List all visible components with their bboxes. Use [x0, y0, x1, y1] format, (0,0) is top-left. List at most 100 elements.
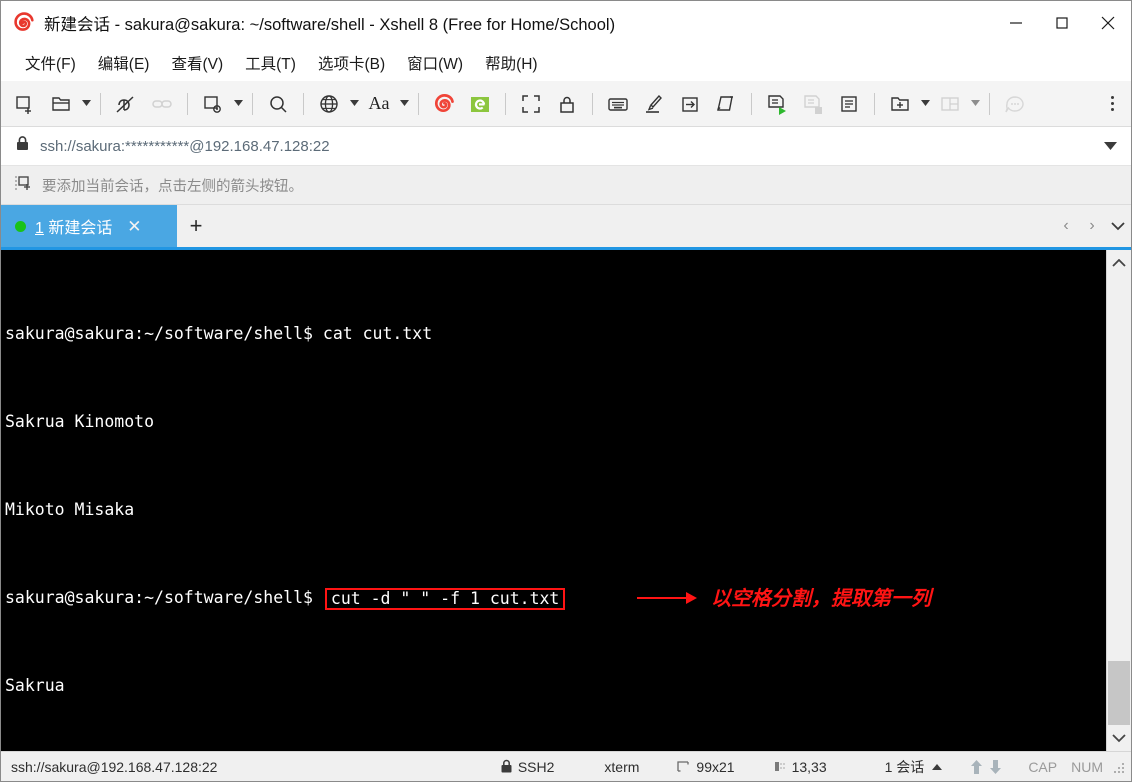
terminal-command: cat cut.txt	[322, 324, 433, 343]
minimize-button[interactable]	[993, 1, 1039, 45]
lock-icon[interactable]	[549, 87, 585, 121]
new-tab-button[interactable]: +	[177, 205, 215, 247]
chat-bubble-icon[interactable]	[997, 87, 1033, 121]
encoding-dropdown-caret-icon[interactable]	[347, 87, 361, 121]
log-stop-icon[interactable]	[795, 87, 831, 121]
log-view-icon[interactable]	[831, 87, 867, 121]
font-size-dropdown-caret-icon[interactable]	[397, 87, 411, 121]
terminal-prompt: sakura@sakura:~/software/shell$	[5, 324, 323, 343]
disconnect-icon[interactable]	[108, 87, 144, 121]
tab-label: 1 新建会话	[35, 214, 112, 238]
new-session-icon[interactable]	[7, 87, 43, 121]
tab-bar-spacer	[215, 205, 1053, 247]
open-session-folder-icon[interactable]	[43, 87, 79, 121]
terminal-line: Sakrua Kinomoto	[5, 411, 1106, 433]
scroll-down-button[interactable]	[1107, 725, 1131, 751]
menu-item-view[interactable]: 查看(V)	[161, 48, 233, 78]
toolbar-divider	[418, 92, 419, 115]
connected-dot-icon	[15, 220, 26, 232]
status-num-lock: NUM	[1071, 758, 1103, 775]
title-bar: 新建会话 - sakura@sakura: ~/software/shell -…	[1, 1, 1131, 45]
session-bar-hint: 要添加当前会话，点击左侧的箭头按钮。	[1, 166, 1131, 205]
menu-item-tools[interactable]: 工具(T)	[235, 48, 306, 78]
window-controls	[993, 1, 1131, 45]
reconnect-link-icon[interactable]	[144, 87, 180, 121]
fullscreen-icon[interactable]	[513, 87, 549, 121]
open-session-dropdown-caret-icon[interactable]	[79, 87, 93, 121]
tab-scroll-next-icon[interactable]: ›	[1079, 205, 1105, 247]
session-properties-icon[interactable]	[195, 87, 231, 121]
add-pane-icon[interactable]	[882, 87, 918, 121]
tab-list-dropdown-icon[interactable]	[1105, 205, 1131, 247]
toolbar-divider	[187, 92, 188, 115]
tab-scroll-prev-icon[interactable]: ‹	[1053, 205, 1079, 247]
screen-size-icon	[677, 760, 691, 774]
toolbar-overflow-icon[interactable]	[1099, 87, 1125, 121]
script-icon[interactable]	[708, 87, 744, 121]
menu-item-window[interactable]: 窗口(W)	[397, 48, 473, 78]
chevron-down-icon[interactable]	[1097, 133, 1123, 159]
terminal-screen[interactable]: sakura@sakura:~/software/shell$ cat cut.…	[1, 250, 1106, 751]
toolbar-divider	[303, 92, 304, 115]
xshell-window: 新建会话 - sakura@sakura: ~/software/shell -…	[0, 0, 1132, 782]
status-transfer	[952, 752, 1012, 781]
status-security: SSH2	[490, 752, 565, 781]
log-start-icon[interactable]	[759, 87, 795, 121]
address-bar[interactable]: ssh://sakura:***********@192.168.47.128:…	[1, 127, 1131, 166]
cursor-position-icon	[773, 760, 787, 774]
toolbar-divider	[751, 92, 752, 115]
terminal-line: sakura@sakura:~/software/shell$ cut -d "…	[5, 587, 1106, 610]
status-sessions-label: 1 会话	[884, 758, 925, 775]
encoding-globe-icon[interactable]	[311, 87, 347, 121]
scrollbar-thumb[interactable]	[1108, 661, 1130, 725]
terminal-scrollbar[interactable]	[1106, 250, 1131, 751]
font-size-label: Aa	[368, 93, 390, 113]
status-cursor-position: 13,33	[745, 752, 837, 781]
scrollbar-track[interactable]	[1107, 276, 1131, 725]
highlight-pen-icon[interactable]	[636, 87, 672, 121]
menu-item-tabs[interactable]: 选项卡(B)	[308, 48, 395, 78]
terminal-line: Sakrua	[5, 675, 1106, 697]
status-lock-icon	[500, 759, 513, 774]
tab-bar: 1 新建会话 ✕ + ‹ ›	[1, 205, 1131, 250]
toolbar-divider	[592, 92, 593, 115]
tab-number: 1	[35, 220, 44, 237]
xshell-logo-icon[interactable]	[426, 87, 462, 121]
arrange-layout-dropdown-caret-icon[interactable]	[968, 87, 982, 121]
arrange-layout-icon[interactable]	[932, 87, 968, 121]
annotation-arrow	[637, 587, 697, 609]
address-lock-icon	[15, 135, 30, 157]
menu-item-help[interactable]: 帮助(H)	[475, 48, 548, 78]
terminal-lines: sakura@sakura:~/software/shell$ cat cut.…	[5, 257, 1106, 751]
find-icon[interactable]	[260, 87, 296, 121]
send-key-icon[interactable]	[672, 87, 708, 121]
terminal-output: Sakrua Kinomoto	[5, 412, 155, 431]
terminal-line: Mikoto Misaka	[5, 499, 1106, 521]
scroll-up-button[interactable]	[1107, 250, 1131, 276]
status-cursor-label: 13,33	[791, 758, 827, 775]
status-sessions[interactable]: 1 会话	[837, 752, 953, 781]
menu-item-file[interactable]: 文件(F)	[15, 48, 86, 78]
xftp-icon[interactable]	[462, 87, 498, 121]
add-to-session-bar-icon[interactable]	[13, 173, 33, 198]
font-size-icon[interactable]: Aa	[361, 87, 397, 121]
status-security-label: SSH2	[517, 758, 555, 775]
menu-item-edit[interactable]: 编辑(E)	[88, 48, 160, 78]
toolbar-divider	[989, 92, 990, 115]
session-bar-hint-text: 要添加当前会话，点击左侧的箭头按钮。	[42, 178, 303, 195]
title-bar-left: 新建会话 - sakura@sakura: ~/software/shell -…	[1, 11, 993, 35]
toolbar: Aa	[1, 81, 1131, 127]
resize-grip[interactable]	[1111, 759, 1127, 775]
status-connection: ssh://sakura@192.168.47.128:22	[11, 758, 218, 775]
toolbar-divider	[505, 92, 506, 115]
add-pane-dropdown-caret-icon[interactable]	[918, 87, 932, 121]
session-properties-dropdown-caret-icon[interactable]	[231, 87, 245, 121]
tab-close-button[interactable]: ✕	[124, 216, 144, 236]
address-input[interactable]: ssh://sakura:***********@192.168.47.128:…	[40, 138, 1097, 155]
chevron-up-icon[interactable]	[932, 763, 943, 770]
keyboard-icon[interactable]	[600, 87, 636, 121]
maximize-button[interactable]	[1039, 1, 1085, 45]
upload-arrow-icon	[970, 759, 983, 775]
tab-new-session[interactable]: 1 新建会话 ✕	[1, 205, 177, 247]
close-button[interactable]	[1085, 1, 1131, 45]
